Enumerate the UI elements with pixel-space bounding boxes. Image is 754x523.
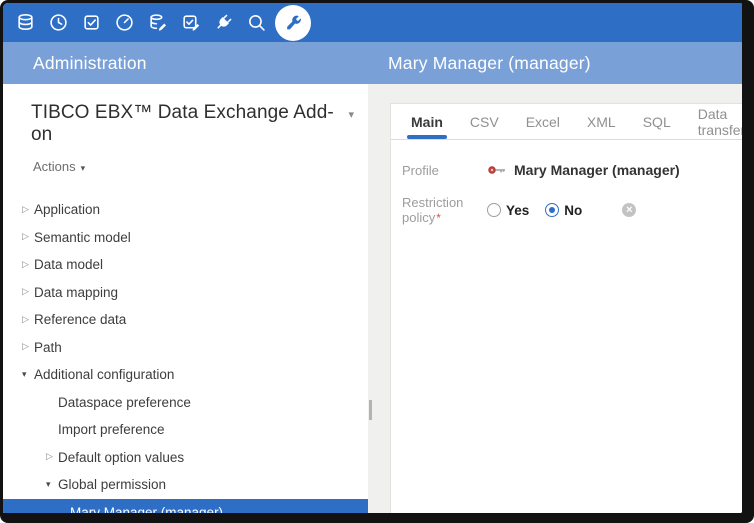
actions-menu-button[interactable]: Actions ▾ (33, 159, 85, 174)
expand-collapsed-icon[interactable]: ▷ (46, 452, 58, 462)
actions-label: Actions (33, 159, 76, 174)
plug-icon (214, 13, 233, 32)
clear-value-button[interactable]: × (622, 203, 636, 217)
tab-csv[interactable]: CSV (470, 104, 499, 140)
tree-item-label: Path (34, 340, 62, 355)
tree-item-label: Additional configuration (34, 367, 174, 382)
data-edit-icon[interactable] (141, 3, 174, 42)
radio-yes-circle-icon (487, 203, 501, 217)
profile-label: Profile (402, 163, 487, 178)
checklist-icon[interactable] (75, 3, 108, 42)
radio-yes-label: Yes (506, 203, 529, 218)
tab-bar: Main CSV Excel XML SQL Data transfer (391, 104, 742, 140)
tree-item-label: Import preference (58, 422, 165, 437)
tree-item-label: Global permission (58, 477, 166, 492)
tree-item-label: Application (34, 202, 100, 217)
tree-item-label: Data mapping (34, 285, 118, 300)
foreign-key-icon[interactable] (487, 164, 506, 176)
expand-collapsed-icon[interactable]: ▷ (22, 232, 34, 242)
page-title: Mary Manager (manager) (388, 53, 591, 74)
app-window: Administration Mary Manager (manager) TI… (0, 0, 754, 523)
form-edit-icon[interactable] (174, 3, 207, 42)
expand-collapsed-icon[interactable]: ▷ (22, 342, 34, 352)
chevron-down-icon: ▾ (81, 164, 86, 174)
radio-no[interactable]: No (545, 203, 582, 218)
tree-item-data-mapping[interactable]: ▷Data mapping (3, 279, 368, 307)
search-icon (247, 13, 266, 32)
tab-sql[interactable]: SQL (643, 104, 671, 140)
tree-item-default-option-values[interactable]: ▷Default option values (3, 444, 368, 472)
tab-main[interactable]: Main (411, 104, 443, 140)
left-pane-header: Administration (3, 42, 368, 84)
navigation-panel: TIBCO EBX™ Data Exchange Add-on ▾ Action… (3, 84, 368, 513)
radio-no-label: No (564, 203, 582, 218)
tree-item-global-permission[interactable]: ▾Global permission (3, 471, 368, 499)
tree-item-label: Mary Manager (manager) (70, 505, 223, 513)
top-toolbar (3, 3, 742, 42)
right-pane-header: Mary Manager (manager) (368, 42, 742, 84)
tree-item-mary-manager-manager[interactable]: Mary Manager (manager) (3, 499, 368, 514)
tree-item-label: Data model (34, 257, 103, 272)
header-bar: Administration Mary Manager (manager) (3, 42, 742, 84)
plug-icon[interactable] (207, 3, 240, 42)
left-pane-title: Administration (33, 53, 147, 74)
tree-item-label: Semantic model (34, 230, 131, 245)
radio-yes[interactable]: Yes (487, 203, 529, 218)
module-title: TIBCO EBX™ Data Exchange Add-on (31, 102, 334, 145)
search-icon[interactable] (240, 3, 273, 42)
wrench-icon (275, 5, 311, 41)
database-icon (16, 13, 35, 32)
expand-expanded-icon[interactable]: ▾ (46, 480, 58, 490)
tree-item-label: Default option values (58, 450, 184, 465)
form-edit-icon (181, 13, 201, 32)
tree-item-label: Reference data (34, 312, 126, 327)
tree-item-application[interactable]: ▷Application (3, 196, 368, 224)
profile-field: Profile Mary Manager (manager) (402, 160, 742, 180)
expand-collapsed-icon[interactable]: ▷ (22, 260, 34, 270)
restriction-policy-label: Restriction policy* (402, 195, 487, 225)
record-form: Profile Mary Manager (manager) (391, 140, 742, 225)
module-dropdown-caret-icon[interactable]: ▾ (348, 108, 354, 121)
restriction-policy-radio-group: Yes No × (487, 203, 636, 218)
checklist-icon (82, 13, 101, 32)
profile-value: Mary Manager (manager) (514, 162, 680, 178)
tree-item-data-model[interactable]: ▷Data model (3, 251, 368, 279)
restriction-policy-field: Restriction policy* Yes No × (402, 195, 742, 225)
main-body: TIBCO EBX™ Data Exchange Add-on ▾ Action… (3, 84, 742, 513)
expand-collapsed-icon[interactable]: ▷ (22, 205, 34, 215)
data-edit-icon (148, 13, 168, 32)
tree-item-reference-data[interactable]: ▷Reference data (3, 306, 368, 334)
content-panel: Main CSV Excel XML SQL Data transfer Profile (368, 84, 742, 513)
clock-icon[interactable] (42, 3, 75, 42)
module-title-row: TIBCO EBX™ Data Exchange Add-on ▾ (3, 84, 368, 146)
expand-collapsed-icon[interactable]: ▷ (22, 287, 34, 297)
tree-item-label: Dataspace preference (58, 395, 191, 410)
tab-data-transfer[interactable]: Data transfer (698, 104, 742, 140)
app-content: Administration Mary Manager (manager) TI… (3, 3, 742, 513)
database-icon[interactable] (9, 3, 42, 42)
tab-excel[interactable]: Excel (526, 104, 560, 140)
expand-expanded-icon[interactable]: ▾ (22, 370, 34, 380)
tab-xml[interactable]: XML (587, 104, 616, 140)
tree-item-dataspace-preference[interactable]: Dataspace preference (3, 389, 368, 417)
record-form-card: Main CSV Excel XML SQL Data transfer Profile (390, 103, 742, 513)
dashboard-icon (115, 13, 134, 32)
clock-icon (49, 13, 68, 32)
expand-collapsed-icon[interactable]: ▷ (22, 315, 34, 325)
tree-item-additional-configuration[interactable]: ▾Additional configuration (3, 361, 368, 389)
radio-no-circle-icon (545, 203, 559, 217)
navigation-tree: ▷Application▷Semantic model▷Data model▷D… (3, 196, 368, 513)
wrench-icon-active[interactable] (273, 3, 313, 42)
tree-item-import-preference[interactable]: Import preference (3, 416, 368, 444)
tree-item-path[interactable]: ▷Path (3, 334, 368, 362)
required-asterisk: * (436, 211, 441, 225)
tree-item-semantic-model[interactable]: ▷Semantic model (3, 224, 368, 252)
dashboard-icon[interactable] (108, 3, 141, 42)
